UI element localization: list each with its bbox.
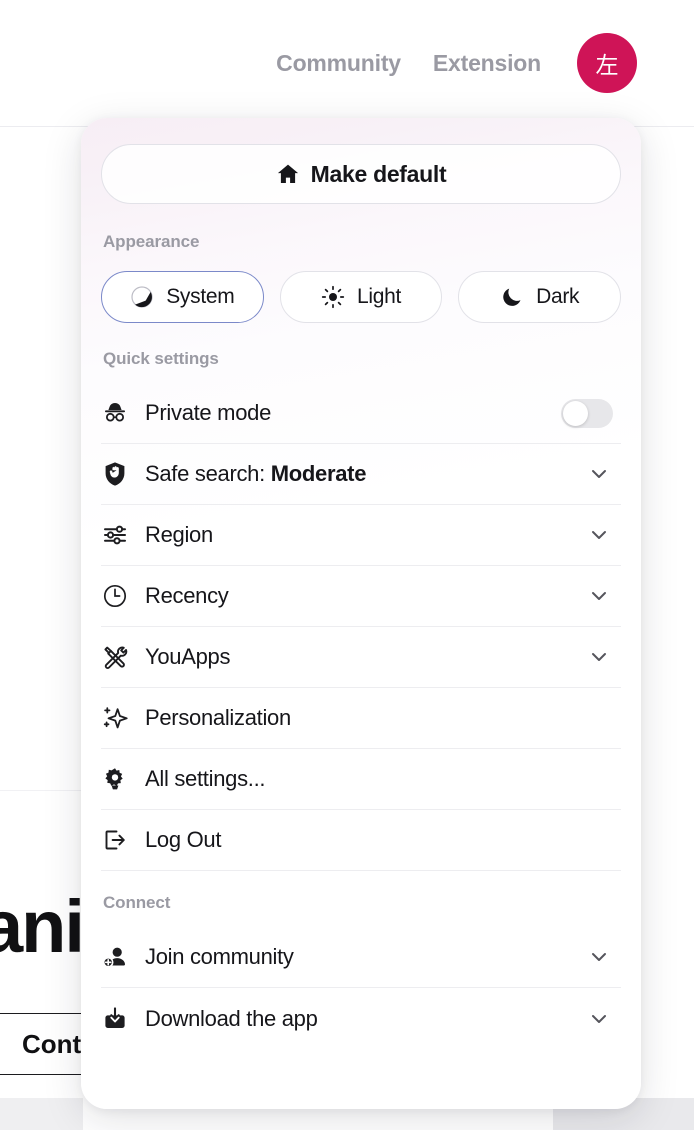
setting-row-private-mode-label: Private mode bbox=[145, 400, 272, 425]
account-dropdown-panel: Make default Appearance System Light Dar… bbox=[81, 118, 641, 1109]
connect-list: Join community Download the app bbox=[101, 927, 621, 1049]
person-add-icon bbox=[101, 943, 145, 971]
nav-link-extension[interactable]: Extension bbox=[433, 50, 541, 77]
setting-row-log-out[interactable]: Log Out bbox=[101, 810, 621, 871]
theme-option-light[interactable]: Light bbox=[279, 271, 443, 323]
setting-row-all-settings-label: All settings... bbox=[145, 766, 266, 791]
setting-row-youapps[interactable]: YouApps bbox=[101, 627, 621, 688]
chevron-down-icon[interactable] bbox=[583, 1008, 615, 1030]
site-header: Community Extension 左 bbox=[0, 0, 694, 127]
setting-row-personalization-label: Personalization bbox=[145, 705, 291, 730]
chevron-down-icon[interactable] bbox=[583, 524, 615, 546]
background-block-left bbox=[0, 1098, 83, 1130]
make-default-button[interactable]: Make default bbox=[101, 144, 621, 204]
home-icon bbox=[276, 162, 300, 186]
sparkles-icon bbox=[101, 704, 145, 732]
app-root: Community Extension 左 ani Cont Make defa… bbox=[0, 0, 694, 1130]
setting-row-region-label: Region bbox=[145, 522, 213, 547]
half-circle-icon bbox=[130, 285, 154, 309]
theme-option-light-label: Light bbox=[356, 285, 402, 308]
setting-row-recency[interactable]: Recency bbox=[101, 566, 621, 627]
setting-row-join-community[interactable]: Join community bbox=[101, 927, 621, 988]
section-label-connect: Connect bbox=[103, 893, 171, 912]
setting-row-all-settings[interactable]: All settings... bbox=[101, 749, 621, 810]
make-default-label: Make default bbox=[310, 160, 447, 187]
safe-search-value: Moderate bbox=[270, 461, 367, 486]
setting-row-join-community-label: Join community bbox=[145, 944, 294, 969]
setting-row-safe-search[interactable]: Safe search: Moderate bbox=[101, 444, 621, 505]
theme-option-dark[interactable]: Dark bbox=[458, 271, 622, 323]
chevron-down-icon[interactable] bbox=[583, 463, 615, 485]
toggle-knob bbox=[563, 400, 588, 426]
sliders-icon bbox=[101, 521, 145, 549]
logout-icon bbox=[101, 826, 145, 854]
theme-option-dark-label: Dark bbox=[536, 285, 580, 308]
section-label-appearance: Appearance bbox=[103, 232, 200, 251]
nav-link-community[interactable]: Community bbox=[276, 50, 401, 77]
setting-row-download-app-label: Download the app bbox=[145, 1005, 318, 1031]
moon-icon bbox=[500, 285, 524, 309]
private-mode-toggle[interactable] bbox=[561, 398, 613, 428]
setting-row-region[interactable]: Region bbox=[101, 505, 621, 566]
appearance-options: System Light Dark bbox=[101, 271, 622, 323]
sun-icon bbox=[321, 285, 345, 309]
chevron-down-icon[interactable] bbox=[583, 946, 615, 968]
theme-option-system-label: System bbox=[166, 285, 235, 308]
setting-row-log-out-label: Log Out bbox=[145, 827, 222, 852]
tools-icon bbox=[101, 643, 145, 671]
background-card-label: Cont bbox=[22, 1028, 82, 1059]
setting-row-personalization[interactable]: Personalization bbox=[101, 688, 621, 749]
quick-settings-list: Private mode Safe search: Moderate Regio… bbox=[101, 383, 621, 871]
background-heading: ani bbox=[0, 885, 85, 968]
clock-icon bbox=[101, 582, 145, 610]
avatar[interactable]: 左 bbox=[577, 33, 637, 93]
theme-option-system[interactable]: System bbox=[101, 271, 264, 323]
incognito-icon bbox=[101, 399, 145, 427]
chevron-down-icon[interactable] bbox=[583, 646, 615, 668]
shield-hand-icon bbox=[101, 460, 145, 488]
section-label-quick-settings: Quick settings bbox=[103, 349, 219, 368]
setting-row-recency-label: Recency bbox=[145, 583, 229, 608]
download-icon bbox=[101, 1005, 145, 1033]
chevron-down-icon[interactable] bbox=[583, 585, 615, 607]
setting-row-download-app[interactable]: Download the app bbox=[101, 988, 621, 1049]
setting-row-youapps-label: YouApps bbox=[145, 644, 231, 669]
setting-row-safe-search-label: Safe search: Moderate bbox=[145, 461, 367, 486]
setting-row-private-mode[interactable]: Private mode bbox=[101, 383, 621, 444]
gear-icon bbox=[101, 765, 145, 793]
header-nav: Community Extension 左 bbox=[276, 0, 694, 93]
